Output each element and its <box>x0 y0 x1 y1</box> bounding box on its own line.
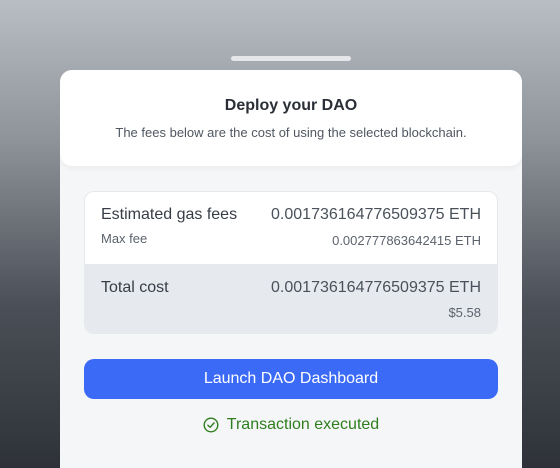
gas-fee-row: Estimated gas fees 0.001736164776509375 … <box>85 192 497 264</box>
total-cost-usd: $5.58 <box>448 305 481 320</box>
check-circle-icon <box>203 417 219 433</box>
page-title: Deploy your DAO <box>224 97 358 114</box>
transaction-status: Transaction executed <box>60 416 522 434</box>
fee-summary-card: Estimated gas fees 0.001736164776509375 … <box>84 191 498 334</box>
deploy-dao-sheet: Deploy your DAO The fees below are the c… <box>60 70 522 468</box>
page-subtitle: The fees below are the cost of using the… <box>115 125 467 140</box>
sheet-drag-handle[interactable] <box>231 56 351 61</box>
total-cost-value: 0.001736164776509375 ETH <box>271 279 481 296</box>
max-fee-value: 0.002777863642415 ETH <box>332 233 481 248</box>
sheet-header: Deploy your DAO The fees below are the c… <box>60 70 522 166</box>
total-cost-row: Total cost 0.001736164776509375 ETH $5.5… <box>85 264 497 333</box>
transaction-status-text: Transaction executed <box>226 416 380 433</box>
launch-dao-dashboard-button[interactable]: Launch DAO Dashboard <box>84 359 498 399</box>
estimated-gas-value: 0.001736164776509375 ETH <box>271 206 481 223</box>
